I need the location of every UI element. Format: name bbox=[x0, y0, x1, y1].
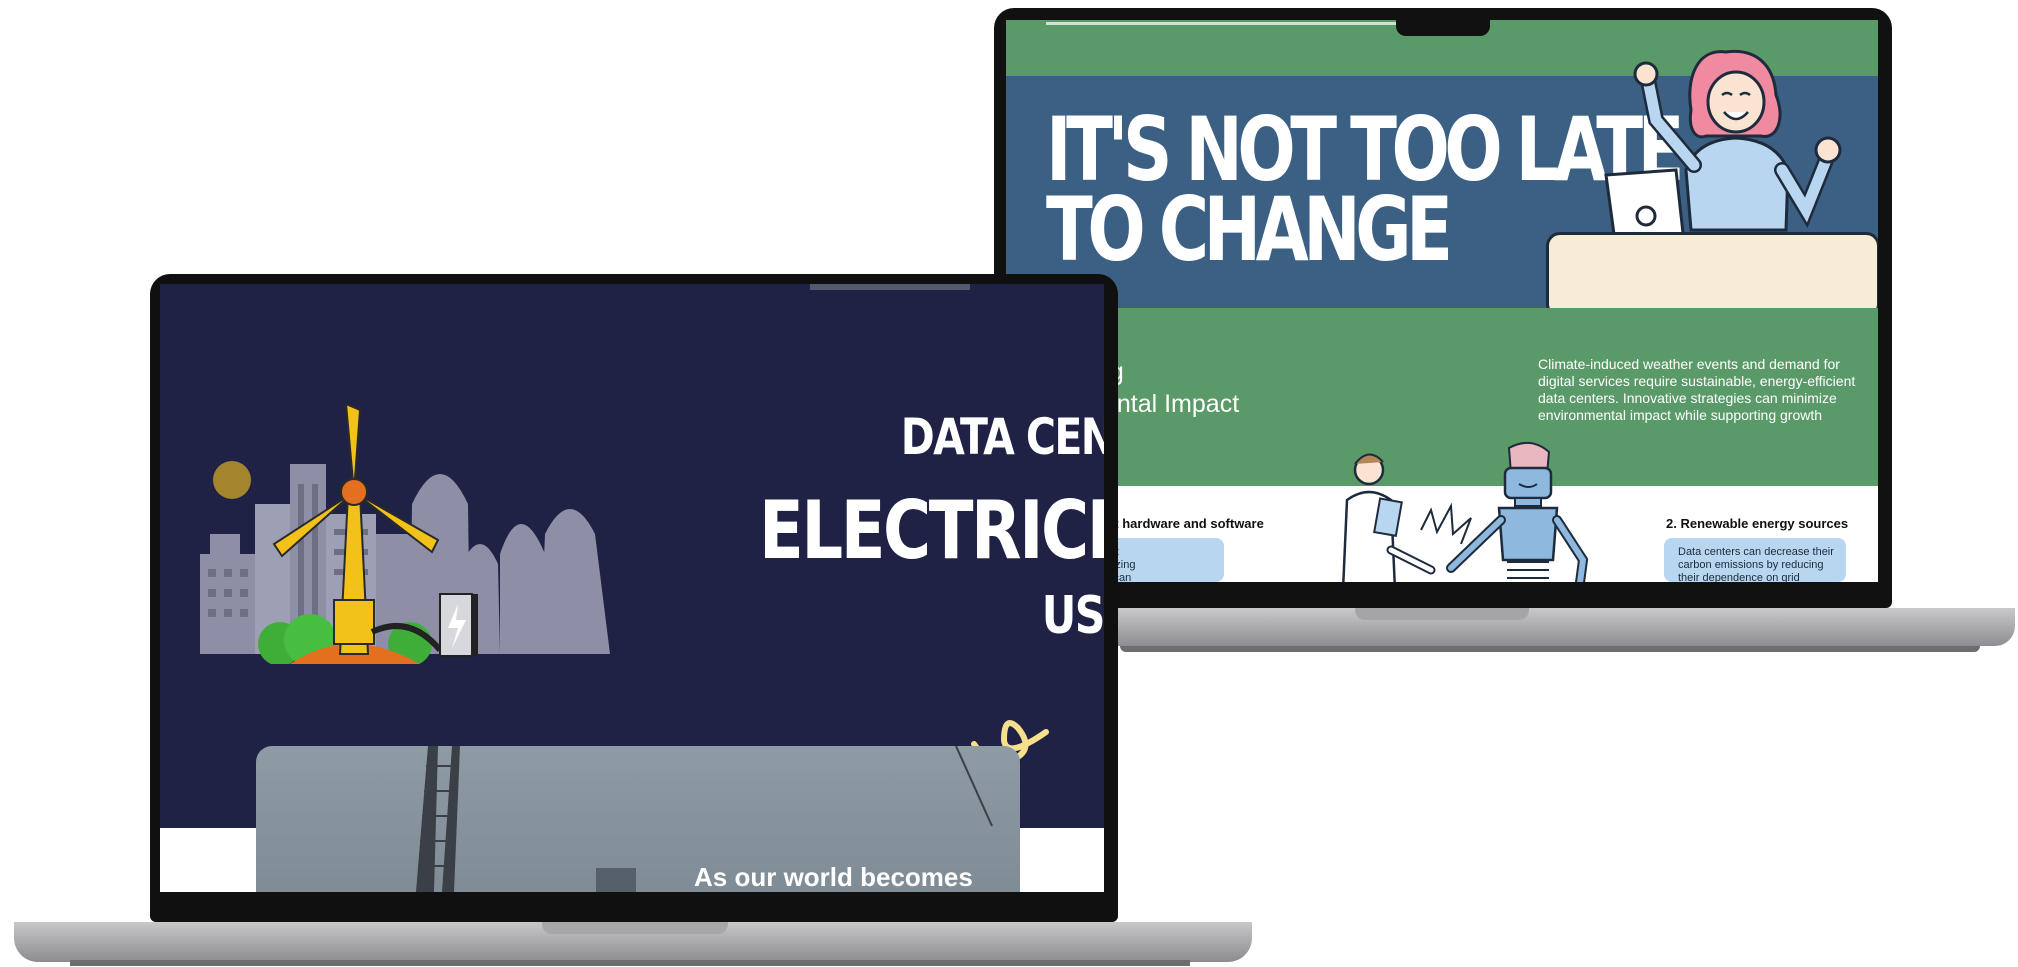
slide-title-line3: USAGE bbox=[1041, 586, 1104, 646]
strategy-2-text-line3: their dependence on grid bbox=[1678, 572, 1800, 582]
screen-edge-line bbox=[1046, 22, 1406, 25]
slide-title-line2: ELECTRICITY bbox=[759, 484, 1104, 577]
laptop-left-trackpad-lip bbox=[542, 922, 728, 934]
strategy-2-card: Data centers can decrease their carbon e… bbox=[1664, 538, 1846, 582]
screen-top-line bbox=[810, 284, 970, 290]
laptop-right-trackpad-lip bbox=[1355, 608, 1529, 620]
slide-title-line1: DATA CENTER bbox=[900, 408, 1104, 466]
laptop-right-screen: IT'S NOT TOO LATE TO CHANGE imizing ronm… bbox=[1006, 20, 1878, 582]
city-skyline-icon bbox=[200, 404, 610, 664]
laptop-left-foot bbox=[70, 960, 1190, 966]
laptop-right-foot bbox=[1120, 646, 1980, 652]
camera-notch bbox=[1396, 16, 1490, 36]
strategy-2-text-line1: Data centers can decrease their bbox=[1678, 546, 1834, 558]
desk-illustration bbox=[1546, 232, 1878, 318]
intro-caption: As our world becomes bbox=[694, 862, 973, 892]
impact-description: Climate-induced weather events and deman… bbox=[1538, 356, 1856, 423]
laptop-right-base bbox=[1080, 608, 2015, 646]
laptop-left-screen: DATA CENTER ELECTRICITY USAGE As our wor… bbox=[160, 284, 1104, 892]
scientist-robot-handshake-icon bbox=[1342, 441, 1589, 582]
strategy-2-title: 2. Renewable energy sources bbox=[1666, 516, 1849, 531]
sun-icon bbox=[213, 461, 251, 499]
strategy-2-text-line2: carbon emissions by reducing bbox=[1678, 559, 1824, 571]
